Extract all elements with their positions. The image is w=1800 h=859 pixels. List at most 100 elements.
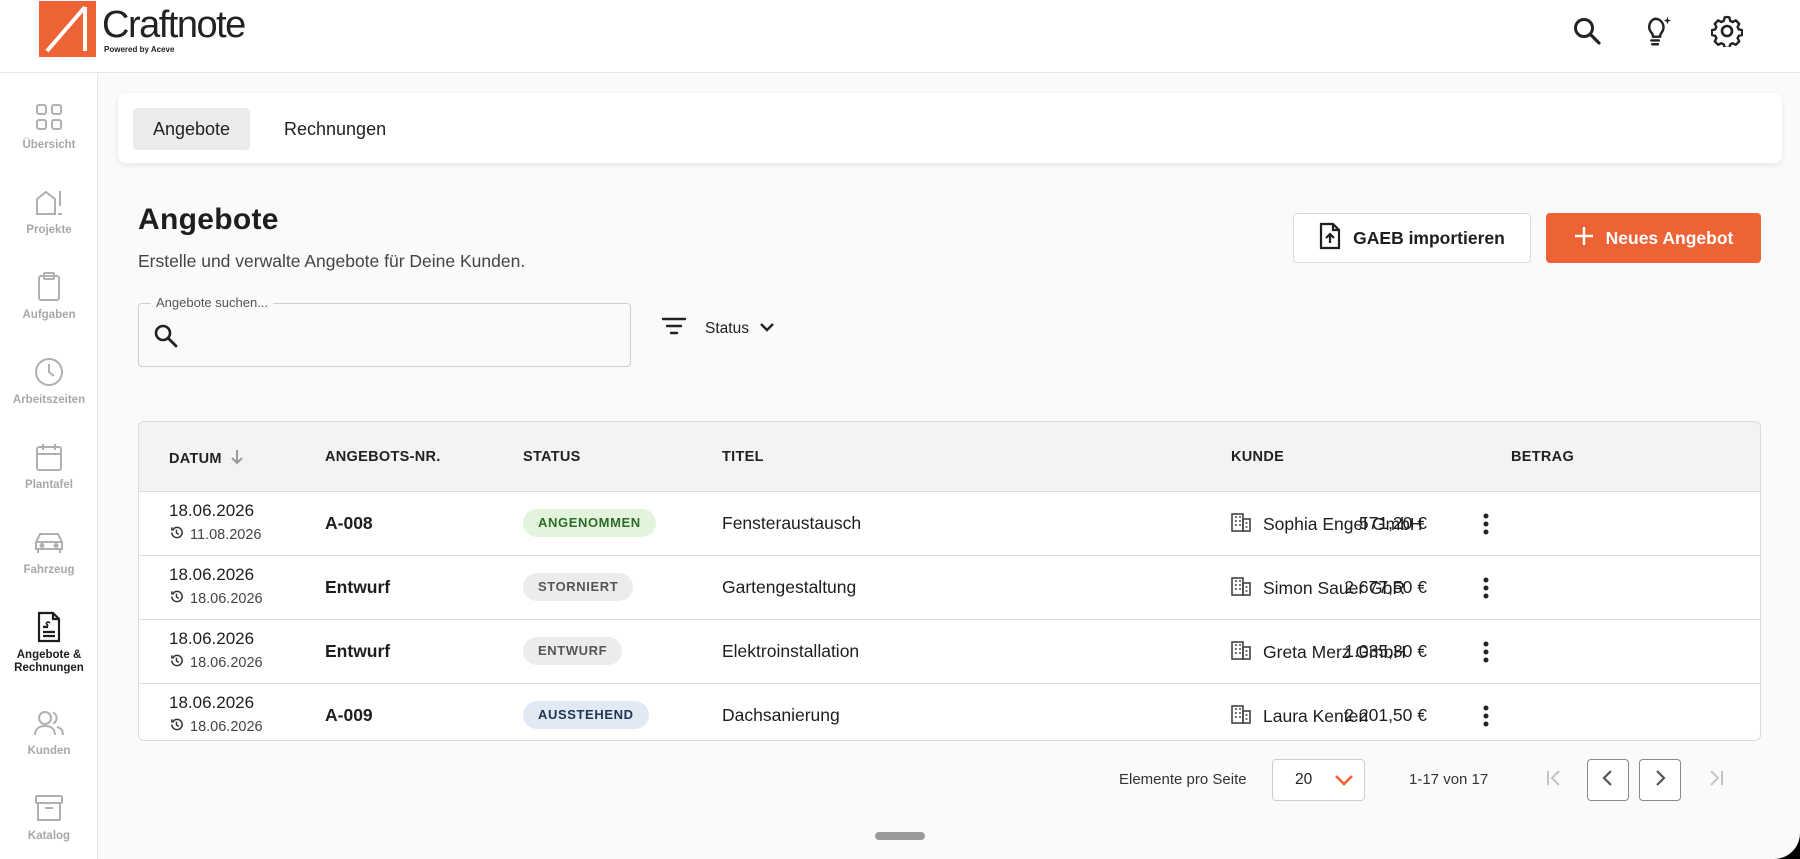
column-label: TITEL	[722, 449, 764, 465]
filter-icon	[661, 316, 687, 341]
sidebar-item-arbeitszeiten[interactable]: Arbeitszeiten	[0, 354, 98, 407]
row-amount: 571,20 €	[1358, 513, 1427, 533]
table-header: DATUM ANGEBOTS-NR. STATUS TITEL KUNDE BE…	[139, 422, 1760, 492]
sidebar-item-fahrzeug[interactable]: Fahrzeug	[0, 524, 98, 577]
file-upload-icon	[1319, 222, 1341, 255]
sidebar-item-katalog[interactable]: Katalog	[0, 790, 98, 843]
row-updated-date: 18.06.2026	[190, 654, 263, 671]
last-page-icon	[1706, 768, 1726, 793]
sidebar-item-label-line2: Rechnungen	[14, 662, 84, 674]
row-date: 18.06.2026	[169, 501, 255, 520]
more-options-icon[interactable]	[1474, 637, 1498, 667]
status-badge: ENTWURF	[523, 637, 623, 665]
gear-icon[interactable]	[1710, 14, 1744, 48]
column-header-angebots-nr[interactable]: ANGEBOTS-NR.	[325, 449, 441, 465]
sort-descending-icon	[230, 449, 244, 469]
previous-page-button[interactable]	[1587, 759, 1629, 801]
row-offer-number: Entwurf	[325, 577, 391, 597]
chevron-left-icon	[1601, 768, 1615, 793]
first-page-icon	[1544, 768, 1564, 793]
gaeb-import-button[interactable]: GAEB importieren	[1293, 213, 1531, 263]
column-label: DATUM	[169, 451, 222, 467]
search-input[interactable]	[191, 318, 611, 354]
sidebar-item-label: Katalog	[27, 830, 71, 842]
clipboard-icon	[0, 269, 98, 305]
status-filter[interactable]: Status	[661, 316, 775, 341]
status-badge: AUSSTEHEND	[523, 701, 649, 729]
row-offer-number: A-008	[325, 513, 373, 533]
tabs-card: Angebote Rechnungen	[118, 93, 1782, 163]
items-per-page-label: Elemente pro Seite	[1119, 771, 1247, 788]
new-offer-button[interactable]: Neues Angebot	[1546, 213, 1761, 263]
search-label: Angebote suchen...	[151, 295, 274, 310]
sidebar-item-uebersicht[interactable]: Übersicht	[0, 99, 98, 152]
search-icon	[153, 323, 179, 354]
lightbulb-icon[interactable]	[1640, 14, 1674, 48]
next-page-button[interactable]	[1639, 759, 1681, 801]
status-filter-label: Status	[705, 319, 749, 337]
top-bar: Craftnote Powered by Aceve	[0, 0, 1800, 73]
column-header-betrag[interactable]: BETRAG	[1511, 449, 1574, 465]
sidebar-item-projekte[interactable]: Projekte	[0, 184, 98, 237]
table-row[interactable]: 18.06.2026 18.06.2026 A-009 AUSSTEHEND D…	[139, 684, 1760, 740]
search-field[interactable]: Angebote suchen...	[138, 295, 631, 367]
history-icon	[169, 525, 184, 544]
column-header-datum[interactable]: DATUM	[169, 449, 244, 469]
row-title: Elektroinstallation	[722, 641, 860, 661]
column-header-titel[interactable]: TITEL	[722, 449, 764, 465]
sidebar-item-label: Übersicht	[22, 139, 76, 151]
row-amount: 2.201,50 €	[1344, 705, 1427, 725]
items-per-page-select[interactable]: 20	[1272, 759, 1365, 801]
building-icon	[1231, 576, 1251, 601]
first-page-button[interactable]	[1533, 759, 1575, 801]
sidebar-item-label: Kunden	[27, 745, 71, 757]
row-offer-number: Entwurf	[325, 641, 391, 661]
app-screen: Craftnote Powered by Aceve Übersicht Pro…	[0, 0, 1800, 859]
logo[interactable]: Craftnote Powered by Aceve	[39, 1, 246, 57]
status-badge: STORNIERT	[523, 573, 634, 601]
home-indicator[interactable]	[875, 832, 925, 840]
offers-table: DATUM ANGEBOTS-NR. STATUS TITEL KUNDE BE…	[138, 421, 1761, 741]
column-label: KUNDE	[1231, 449, 1285, 465]
building-icon	[1231, 704, 1251, 729]
app-name: Craftnote	[102, 4, 246, 46]
column-header-status[interactable]: STATUS	[523, 449, 581, 465]
column-label: ANGEBOTS-NR.	[325, 449, 441, 465]
table-row[interactable]: 18.06.2026 11.08.2026 A-008 ANGENOMMEN F…	[139, 492, 1760, 556]
row-updated-date: 11.08.2026	[190, 526, 262, 543]
archive-icon	[0, 790, 98, 826]
car-icon	[0, 524, 98, 560]
sidebar-item-label: Projekte	[26, 224, 72, 236]
row-amount: 2.677,50 €	[1344, 577, 1427, 597]
tab-rechnungen[interactable]: Rechnungen	[264, 108, 406, 150]
sidebar-item-plantafel[interactable]: Plantafel	[0, 439, 98, 492]
plus-icon	[1574, 226, 1594, 251]
grid-icon	[0, 99, 98, 135]
column-label: BETRAG	[1511, 449, 1575, 465]
chevron-right-icon	[1653, 768, 1667, 793]
status-badge: ANGENOMMEN	[523, 509, 656, 537]
people-icon	[0, 705, 98, 741]
history-icon	[169, 589, 184, 608]
building-icon	[1231, 640, 1251, 665]
row-date: 18.06.2026	[169, 629, 255, 648]
column-label: STATUS	[523, 449, 581, 465]
clock-icon	[0, 354, 98, 390]
row-title: Fensteraustausch	[722, 513, 862, 533]
search-icon[interactable]	[1570, 14, 1604, 48]
sidebar-item-angebote-rechnungen[interactable]: Angebote & Rechnungen	[0, 609, 98, 675]
column-header-kunde[interactable]: KUNDE	[1231, 449, 1284, 465]
table-row[interactable]: 18.06.2026 18.06.2026 Entwurf ENTWURF El…	[139, 620, 1760, 684]
last-page-button[interactable]	[1695, 759, 1737, 801]
sidebar-item-kunden[interactable]: Kunden	[0, 705, 98, 758]
more-options-icon[interactable]	[1474, 701, 1498, 731]
table-row[interactable]: 18.06.2026 18.06.2026 Entwurf STORNIERT …	[139, 556, 1760, 620]
sidebar-item-aufgaben[interactable]: Aufgaben	[0, 269, 98, 322]
row-updated-date: 18.06.2026	[190, 590, 263, 607]
tab-angebote[interactable]: Angebote	[133, 108, 251, 150]
history-icon	[169, 717, 184, 736]
more-options-icon[interactable]	[1474, 573, 1498, 603]
building-icon	[1231, 512, 1251, 537]
history-icon	[169, 653, 184, 672]
more-options-icon[interactable]	[1474, 509, 1498, 539]
